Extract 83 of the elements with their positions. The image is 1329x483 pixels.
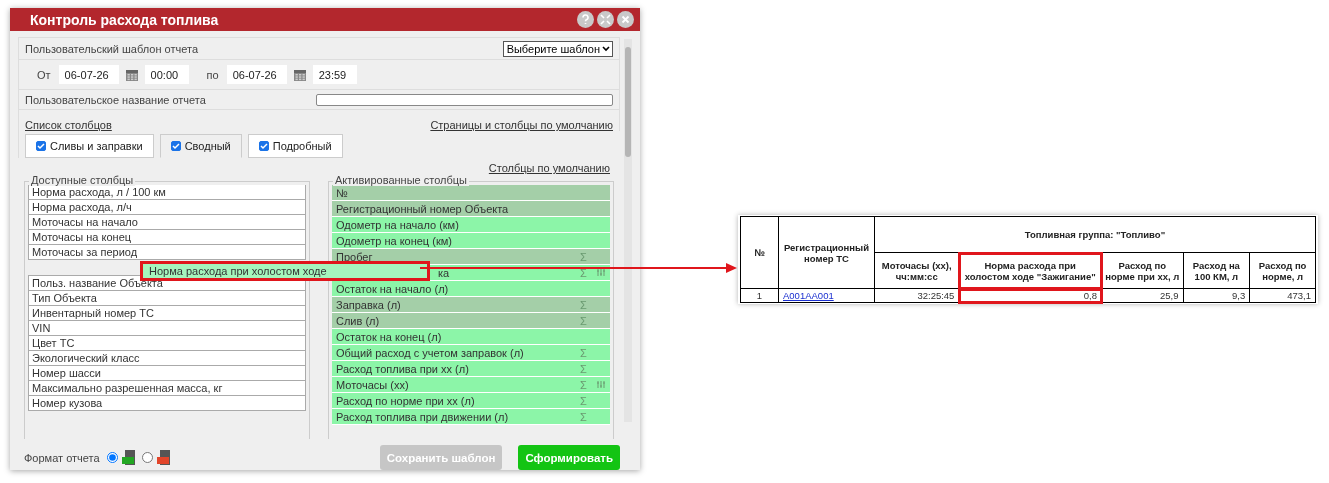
calendar-icon[interactable] bbox=[124, 67, 139, 82]
list-item[interactable]: Моточасы (хх) Σ bbox=[332, 377, 610, 393]
sum-symbol: Σ bbox=[580, 314, 588, 327]
checkbox[interactable] bbox=[258, 141, 269, 151]
to-label: по bbox=[206, 68, 219, 81]
sum-symbol: Σ bbox=[580, 362, 588, 375]
panel-title: Доступные столбцы bbox=[29, 174, 136, 186]
sum-symbol: Σ bbox=[580, 298, 588, 311]
fullscreen-icon[interactable] bbox=[597, 11, 614, 28]
format-label: Формат отчета bbox=[24, 451, 100, 464]
from-time-field[interactable]: 00:00 bbox=[144, 65, 189, 84]
report-name-field[interactable] bbox=[316, 93, 613, 106]
table-cell: 0,8 bbox=[958, 288, 1102, 303]
sum-symbol: Σ bbox=[580, 378, 588, 391]
list-item[interactable]: Одометр на начало (км) bbox=[332, 217, 610, 233]
list-item[interactable]: Одометр на конец (км) bbox=[332, 233, 610, 249]
list-item[interactable]: Инвентарный номер ТС bbox=[28, 305, 306, 321]
column-header: Норма расхода при холостом ходе "Зажигание" bbox=[958, 252, 1102, 289]
default-columns-link[interactable]: Столбцы по умолчанию bbox=[488, 162, 610, 174]
report-tab[interactable]: Сливы и заправки bbox=[25, 134, 154, 158]
list-item[interactable]: Остаток на начало (л) bbox=[332, 281, 610, 297]
to-time-field[interactable]: 23:59 bbox=[312, 65, 357, 84]
sum-symbol: Σ bbox=[580, 346, 588, 359]
window-title: Контроль расхода топлива bbox=[30, 11, 220, 28]
format-radio[interactable] bbox=[141, 452, 153, 463]
list-item[interactable]: Заправка (л) Σ bbox=[332, 297, 610, 313]
report-tab[interactable]: Подробный bbox=[247, 134, 343, 158]
from-date-field[interactable]: 06-07-26 bbox=[58, 65, 119, 84]
table-cell: 9,3 bbox=[1183, 288, 1250, 303]
column-header: Регистрационный номер ТС bbox=[778, 216, 875, 289]
column-header: Расход по норме при хх, л bbox=[1101, 252, 1183, 289]
format-radio[interactable] bbox=[106, 452, 118, 463]
document-file-icon bbox=[156, 450, 170, 465]
template-label: Пользовательский шаблон отчета bbox=[25, 42, 198, 55]
list-item[interactable]: Пробег Σ bbox=[332, 249, 610, 265]
list-item[interactable]: Слив (л) Σ bbox=[332, 313, 610, 329]
checkbox[interactable] bbox=[36, 141, 46, 151]
dragged-item-tooltip[interactable]: Норма расхода при холостом ходе bbox=[140, 261, 430, 281]
list-item[interactable]: Остаток на конец (л) bbox=[332, 329, 610, 345]
group-header: Топливная группа: "Топливо" bbox=[874, 216, 1316, 253]
checkbox[interactable] bbox=[170, 141, 181, 151]
list-item[interactable]: Общий расход с учетом заправок (л) Σ bbox=[332, 345, 610, 361]
sum-symbol: Σ bbox=[580, 266, 588, 279]
chevron-icon bbox=[602, 45, 610, 52]
to-date-field[interactable]: 06-07-26 bbox=[226, 65, 287, 84]
list-item[interactable]: Экологический класс bbox=[28, 350, 306, 366]
list-item[interactable]: Норма расхода, л/ч bbox=[28, 199, 306, 215]
column-list-link[interactable]: Список столбцов bbox=[25, 119, 112, 131]
vehicle-link[interactable]: А001АА001 bbox=[783, 290, 834, 301]
table-cell: 473,1 bbox=[1249, 288, 1316, 303]
report-name-label: Пользовательское название отчета bbox=[25, 93, 206, 106]
list-item[interactable]: Регистрационный номер Объекта bbox=[332, 201, 610, 217]
list-item[interactable]: Цвет ТС bbox=[28, 335, 306, 351]
list-item[interactable]: VIN bbox=[28, 320, 306, 336]
template-select[interactable]: Выберите шаблон bbox=[502, 40, 613, 57]
table-cell: 1 bbox=[740, 288, 779, 303]
default-pages-link[interactable]: Страницы и столбцы по умолчанию bbox=[430, 119, 613, 131]
list-item[interactable]: Моточасы на начало bbox=[28, 214, 306, 230]
list-item[interactable]: Моточасы за период bbox=[28, 244, 306, 260]
scrollbar[interactable] bbox=[624, 39, 632, 422]
column-header: Расход по норме, л bbox=[1249, 252, 1316, 289]
panel-title: Активированные столбцы bbox=[333, 174, 469, 186]
list-item[interactable]: Расход топлива при хх (л) Σ bbox=[332, 361, 610, 377]
from-label: От bbox=[37, 68, 51, 81]
calendar-icon[interactable] bbox=[292, 67, 307, 82]
table-cell: 25,9 bbox=[1101, 288, 1183, 303]
column-header: № bbox=[740, 216, 779, 289]
sum-symbol: Σ bbox=[580, 410, 588, 423]
close-icon[interactable] bbox=[617, 11, 634, 28]
list-item[interactable]: Моточасы на конец bbox=[28, 229, 306, 245]
sum-symbol: Σ bbox=[580, 250, 588, 263]
sum-symbol: Σ bbox=[580, 394, 588, 407]
report-tab[interactable]: Сводный bbox=[159, 134, 242, 158]
column-header: Расход на 100 КМ, л bbox=[1183, 252, 1250, 289]
list-item[interactable]: Расход топлива при движении (л) Σ bbox=[332, 409, 610, 425]
list-item[interactable]: Номер шасси bbox=[28, 365, 306, 381]
list-item[interactable]: Номер кузова bbox=[28, 395, 306, 411]
list-item[interactable]: Расход по норме при хх (л) Σ bbox=[332, 393, 610, 409]
list-item[interactable]: № bbox=[332, 185, 610, 201]
list-item[interactable]: Тип Объекта bbox=[28, 290, 306, 306]
spreadsheet-file-icon bbox=[121, 450, 135, 465]
list-item[interactable]: Максимально разрешенная масса, кг bbox=[28, 380, 306, 396]
help-icon[interactable] bbox=[577, 11, 594, 28]
